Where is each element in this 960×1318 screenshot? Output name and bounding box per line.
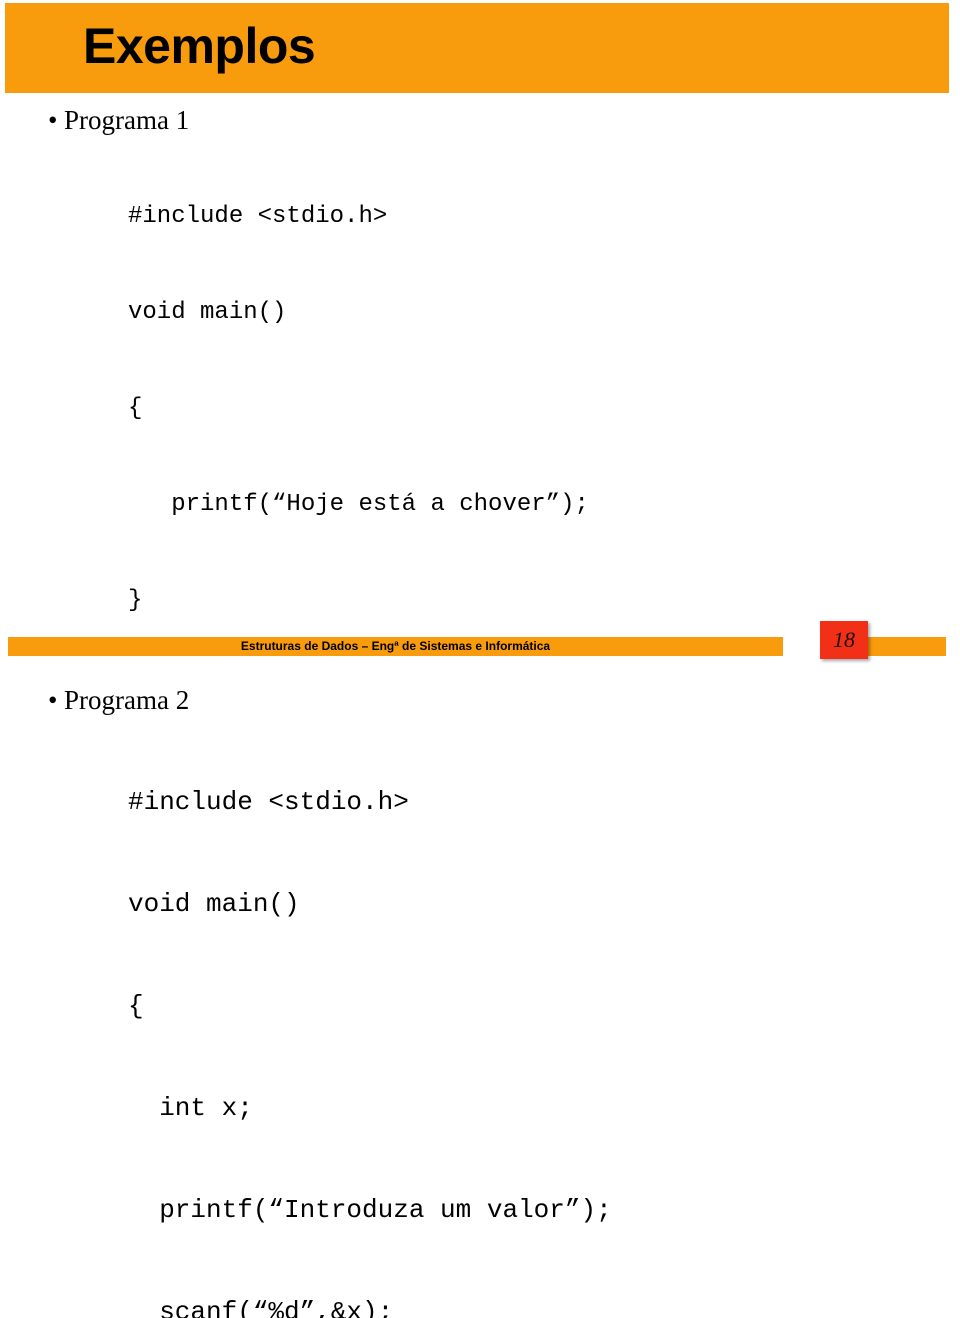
code-line: void main(): [128, 299, 287, 326]
slide-title-bar: Exemplos: [5, 3, 949, 93]
bullet-label: Programa 2: [64, 685, 190, 715]
code-line: int x;: [128, 1093, 253, 1123]
code-block-programa-2: #include <stdio.h> void main() { int x; …: [0, 717, 960, 1318]
page-number: 18: [833, 627, 855, 652]
bullet-item-programa-2: • Programa 2: [0, 684, 960, 717]
code-block-programa-1: #include <stdio.h> void main() { printf(…: [0, 137, 960, 681]
slide-content: • Programa 1 #include <stdio.h> void mai…: [0, 104, 960, 1318]
code-line: void main(): [128, 889, 300, 919]
bullet-item-programa-1: • Programa 1: [0, 104, 960, 137]
code-line: #include <stdio.h>: [128, 787, 409, 817]
bullet-dot-icon: •: [48, 685, 58, 715]
footer-caption: Estruturas de Dados – Engª de Sistemas e…: [240, 639, 551, 653]
bullet-label: Programa 1: [64, 105, 190, 135]
code-line: {: [128, 395, 143, 422]
code-line: scanf(“%d”,&x);: [128, 1297, 394, 1318]
page-title: Exemplos: [83, 18, 316, 74]
code-line: #include <stdio.h>: [128, 203, 388, 230]
code-line: }: [128, 587, 143, 614]
code-line: printf(“Hoje está a chover”);: [128, 491, 589, 518]
code-line: printf(“Introduza um valor”);: [128, 1195, 612, 1225]
footer-bar-right: [862, 637, 946, 656]
code-line: {: [128, 991, 144, 1021]
bullet-dot-icon: •: [48, 105, 58, 135]
